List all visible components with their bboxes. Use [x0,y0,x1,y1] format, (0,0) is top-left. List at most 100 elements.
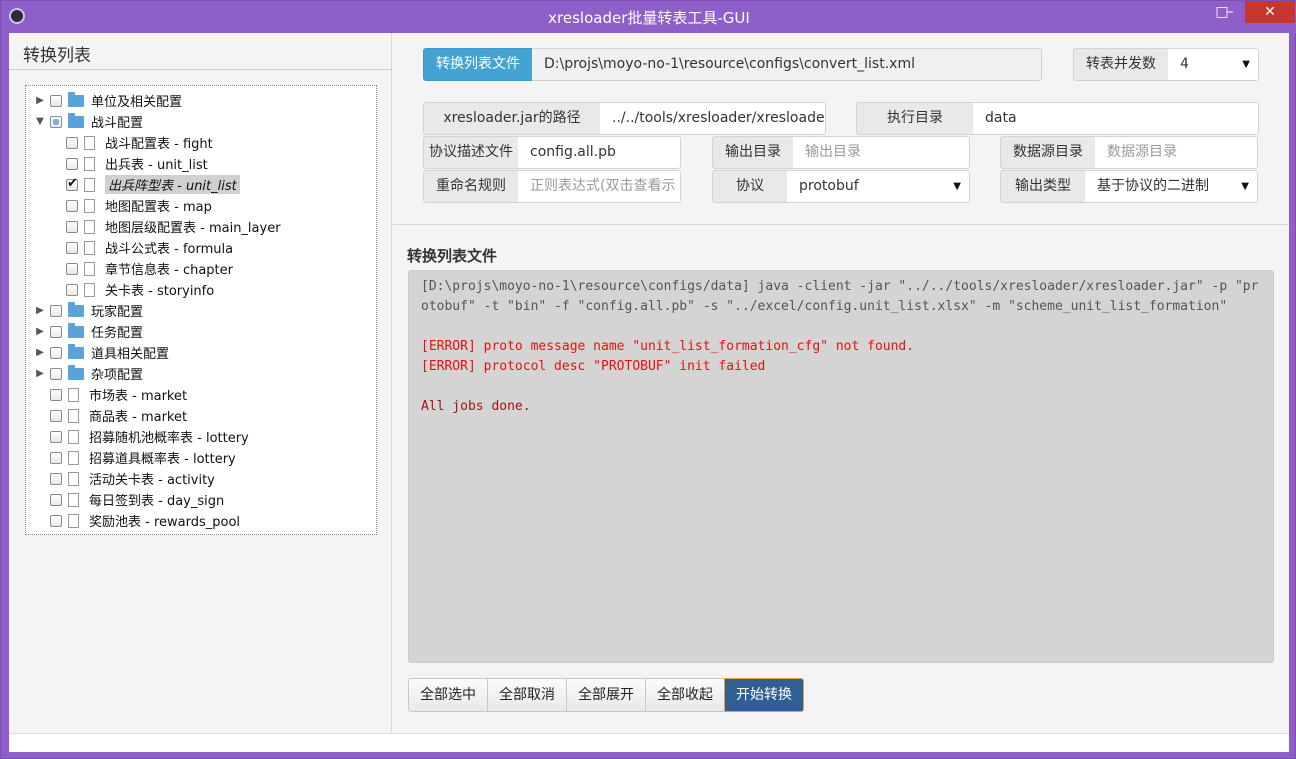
tree-checkbox[interactable] [50,472,62,485]
tree-item-label[interactable]: 战斗配置 [91,112,143,131]
tree-item-row[interactable]: 地图配置表 - map [50,195,212,216]
tree-item-row[interactable]: 出兵阵型表 - unit_list [50,174,240,195]
tree-checkbox[interactable] [50,94,62,107]
tree-item-row[interactable]: 关卡表 - storyinfo [50,279,214,300]
tree-checkbox[interactable] [66,176,78,191]
tree-item-row[interactable]: 招募道具概率表 - lottery [34,447,236,468]
expand-down-icon[interactable]: ▼ [34,116,46,127]
tree-item-label[interactable]: 招募道具概率表 - lottery [89,448,236,467]
expand-right-icon[interactable]: ▶ [34,347,46,358]
file-icon [84,261,95,276]
tree-item-label[interactable]: 活动关卡表 - activity [89,469,215,488]
tree-item-label[interactable]: 章节信息表 - chapter [105,259,233,278]
tree-item-label[interactable]: 出兵表 - unit_list [105,154,208,173]
tree-item-row[interactable]: 每日签到表 - day_sign [34,489,224,510]
tree-checkbox[interactable] [50,367,62,380]
expand-right-icon[interactable]: ▶ [34,368,46,379]
tree-checkbox[interactable] [50,388,62,401]
tree-checkbox[interactable] [66,199,78,212]
tree-folder-row[interactable]: ▶ 任务配置 [34,321,143,342]
tree-item-label[interactable]: 每日签到表 - day_sign [89,490,224,509]
expand-all-button[interactable]: 全部展开 [566,678,646,712]
tree-item-label[interactable]: 任务配置 [91,322,143,341]
title-bar[interactable]: xresloader批量转表工具-GUI – ✕ □ [1,1,1296,33]
tree-item-label[interactable]: 战斗配置表 - fight [105,133,213,152]
expand-right-icon[interactable]: ▶ [34,326,46,337]
tree-item-row[interactable]: 出兵表 - unit_list [50,153,208,174]
protocol-select[interactable]: protobuf ▼ [787,170,970,203]
chevron-down-icon: ▼ [953,181,961,192]
tree-checkbox[interactable] [66,136,78,149]
log-spacer [421,377,1261,397]
output-type-select[interactable]: 基于协议的二进制 ▼ [1085,170,1258,203]
tree-item-label[interactable]: 道具相关配置 [91,343,169,362]
collapse-all-button[interactable]: 全部收起 [645,678,725,712]
convert-list-file-button[interactable]: 转换列表文件 [423,48,533,81]
tree-checkbox[interactable] [66,157,78,170]
tree-item-label[interactable]: 市场表 - market [89,385,187,404]
tree-checkbox[interactable] [66,283,78,296]
output-dir-input[interactable]: 输出目录 [793,136,970,169]
tree-checkbox[interactable] [66,262,78,275]
tree-checkbox[interactable] [50,115,62,128]
select-all-button[interactable]: 全部选中 [408,678,488,712]
tree-item-row[interactable]: 章节信息表 - chapter [50,258,233,279]
tree-checkbox[interactable] [50,325,62,338]
concurrency-select[interactable]: 4 ▼ [1168,48,1259,81]
convert-tree[interactable]: ▶ 单位及相关配置 ▼ 战斗配置战斗配置表 - fight 出兵表 - unit_lis… [25,85,377,535]
tree-folder-row[interactable]: ▶ 杂项配置 [34,363,143,384]
tree-item-label[interactable]: 地图层级配置表 - main_layer [105,217,281,236]
convert-list-file-input[interactable]: D:\projs\moyo-no-1\resource\configs\conv… [532,48,1042,81]
workdir-input[interactable]: data [973,102,1259,135]
tree-folder-row[interactable]: ▶ 单位及相关配置 [34,90,182,111]
maximize-button[interactable]: □ [1209,1,1235,23]
tree-checkbox[interactable] [50,430,62,443]
file-icon [84,240,95,255]
tree-checkbox[interactable] [50,493,62,506]
expand-right-icon[interactable]: ▶ [34,305,46,316]
tree-checkbox[interactable] [50,409,62,422]
deselect-all-button[interactable]: 全部取消 [487,678,567,712]
tree-folder-row[interactable]: ▶ 道具相关配置 [34,342,169,363]
tree-item-row[interactable]: 市场表 - market [34,384,187,405]
close-button[interactable]: ✕ [1245,1,1295,23]
tree-item-label[interactable]: 战斗公式表 - formula [105,238,233,257]
tree-checkbox[interactable] [50,514,62,527]
tree-item-row[interactable]: 奖励池表 - rewards_pool [34,510,240,531]
tree-item-label[interactable]: 奖励池表 - rewards_pool [89,511,240,530]
tree-item-row[interactable]: 商品表 - market [34,405,187,426]
tree-checkbox[interactable] [50,304,62,317]
maximize-icon: □ [1215,4,1229,20]
tree-item-row[interactable]: 地图层级配置表 - main_layer [50,216,281,237]
tree-item-row[interactable]: 战斗配置表 - fight [50,132,213,153]
tree-item-label[interactable]: 杂项配置 [91,364,143,383]
file-icon [84,156,95,171]
tree-item-label[interactable]: 商品表 - market [89,406,187,425]
log-title: 转换列表文件 [407,247,498,265]
tree-item-label[interactable]: 地图配置表 - map [105,196,212,215]
file-icon [84,219,95,234]
tree-item-label[interactable]: 出兵阵型表 - unit_list [105,175,240,194]
proto-desc-input[interactable]: config.all.pb [518,136,681,169]
tree-item-label[interactable]: 关卡表 - storyinfo [105,280,214,299]
tree-item-label[interactable]: 招募随机池概率表 - lottery [89,427,249,446]
tree-folder-row[interactable]: ▼ 战斗配置 [34,111,143,132]
jar-path-label: xresloader.jar的路径 [423,102,601,135]
datasource-input[interactable]: 数据源目录 [1095,136,1258,169]
rename-rule-input[interactable]: 正则表达式(双击查看示 [518,170,681,203]
file-icon [68,408,79,423]
tree-item-row[interactable]: 招募随机池概率表 - lottery [34,426,249,447]
expand-right-icon[interactable]: ▶ [34,95,46,106]
start-convert-button[interactable]: 开始转换 [724,678,804,712]
tree-item-row[interactable]: 战斗公式表 - formula [50,237,233,258]
tree-item-label[interactable]: 玩家配置 [91,301,143,320]
tree-item-row[interactable]: 活动关卡表 - activity [34,468,215,489]
tree-item-label[interactable]: 单位及相关配置 [91,91,182,110]
log-output[interactable]: [D:\projs\moyo-no-1\resource\configs/dat… [408,270,1274,663]
tree-checkbox[interactable] [66,241,78,254]
tree-checkbox[interactable] [50,451,62,464]
tree-checkbox[interactable] [66,220,78,233]
tree-checkbox[interactable] [50,346,62,359]
jar-path-input[interactable]: ../../tools/xresloader/xresloader. [600,102,826,135]
tree-folder-row[interactable]: ▶ 玩家配置 [34,300,143,321]
